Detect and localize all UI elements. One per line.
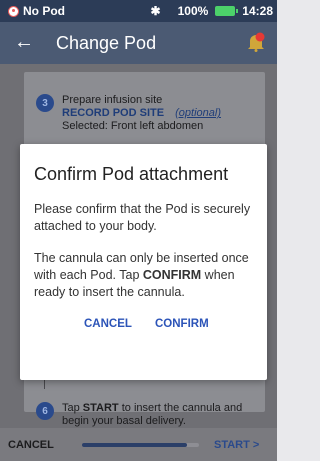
battery-icon bbox=[215, 6, 239, 16]
bell-icon[interactable] bbox=[247, 32, 265, 52]
cancel-button[interactable]: CANCEL bbox=[8, 439, 54, 451]
bluetooth-icon: ✱ bbox=[150, 4, 161, 18]
start-button[interactable]: START > bbox=[214, 439, 259, 451]
status-indicators: ✱ 100% 14:28 bbox=[151, 4, 273, 18]
record-pod-site-link[interactable]: RECORD POD SITE bbox=[62, 107, 164, 119]
progress-bar bbox=[82, 443, 199, 447]
dialog-confirm-button[interactable]: CONFIRM bbox=[155, 318, 209, 330]
back-arrow-icon[interactable]: ← bbox=[14, 31, 34, 54]
notification-badge bbox=[255, 32, 265, 42]
optional-label: (optional) bbox=[175, 107, 221, 119]
step-title: Prepare infusion site bbox=[62, 94, 163, 106]
dialog-message-1: Please confirm that the Pod is securely … bbox=[34, 202, 251, 233]
step-3: 3 Prepare infusion site RECORD POD SITE … bbox=[36, 94, 221, 133]
app-bar: ← Change Pod bbox=[0, 22, 277, 64]
step-number: 6 bbox=[36, 402, 54, 420]
confirm-dialog: Confirm Pod attachment Please confirm th… bbox=[20, 144, 267, 380]
dialog-message-2: The cannula can only be inserted once wi… bbox=[34, 251, 249, 299]
dialog-cancel-button[interactable]: CANCEL bbox=[84, 318, 132, 330]
start-word: START bbox=[82, 402, 119, 414]
dialog-title: Confirm Pod attachment bbox=[34, 164, 229, 184]
bottom-bar: CANCEL START > bbox=[0, 428, 277, 461]
progress-fill bbox=[82, 443, 188, 447]
battery-percent: 100% bbox=[177, 4, 209, 18]
step-6-line2: begin your basal delivery. bbox=[62, 415, 186, 427]
step-6-line1: Tap START to insert the cannula and bbox=[62, 402, 243, 414]
page-title: Change Pod bbox=[56, 33, 157, 53]
step-number: 3 bbox=[36, 94, 54, 112]
step-6: 6 Tap START to insert the cannula and be… bbox=[36, 402, 242, 428]
clock: 14:28 bbox=[242, 4, 273, 18]
selected-site: Selected: Front left abdomen bbox=[62, 120, 204, 132]
chevron-right-icon: > bbox=[252, 439, 260, 451]
pod-icon bbox=[8, 5, 19, 17]
pod-status: No Pod bbox=[8, 4, 65, 18]
status-bar: No Pod ✱ 100% 14:28 bbox=[0, 0, 277, 22]
pod-status-text: No Pod bbox=[23, 4, 65, 18]
